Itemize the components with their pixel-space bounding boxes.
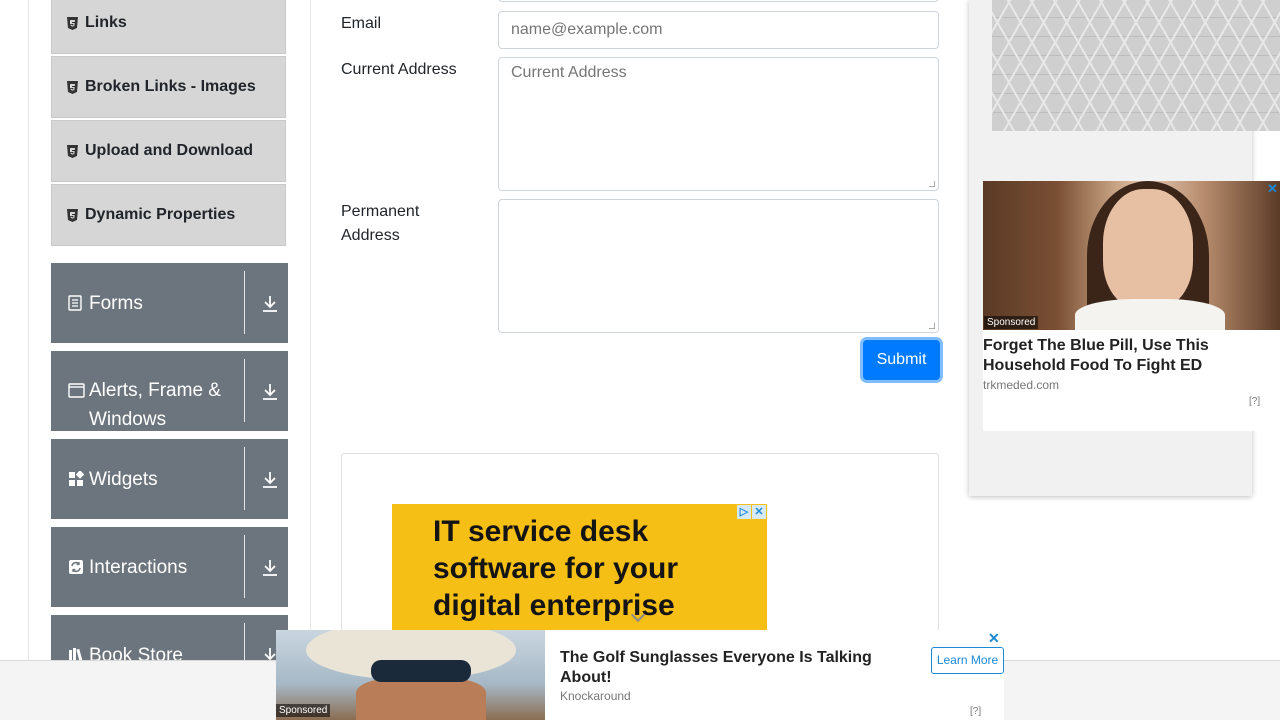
group-label: Widgets bbox=[89, 469, 158, 490]
html5-icon bbox=[66, 16, 79, 30]
sidebar-item-upload-download[interactable]: Upload and Download bbox=[51, 120, 286, 182]
sidebar-group-widgets[interactable]: Widgets bbox=[51, 439, 288, 519]
photo-face bbox=[356, 678, 486, 720]
ad-title[interactable]: Forget The Blue Pill, Use This Household… bbox=[983, 336, 1273, 376]
sidebar-group-alerts[interactable]: Alerts, Frame & Windows bbox=[51, 351, 288, 431]
download-arrow-icon[interactable] bbox=[262, 295, 278, 313]
photo-sunglasses bbox=[371, 660, 471, 682]
submit-button[interactable]: Submit bbox=[863, 340, 940, 380]
form-icon bbox=[68, 295, 84, 311]
learn-more-button[interactable]: Learn More bbox=[931, 647, 1004, 674]
download-arrow-icon[interactable] bbox=[262, 559, 278, 577]
it-service-ad[interactable]: IT service desk software for your digita… bbox=[392, 504, 767, 630]
ad-pattern-image bbox=[992, 0, 1280, 131]
sponsored-badge: Sponsored bbox=[984, 316, 1039, 329]
photo-face bbox=[1103, 189, 1193, 309]
sidebar: Links Broken Links - Images Upload and D… bbox=[28, 0, 311, 720]
ad-photo bbox=[983, 181, 1280, 330]
current-address-field[interactable] bbox=[498, 57, 939, 191]
sidebar-group-interactions[interactable]: Interactions bbox=[51, 527, 288, 607]
resize-handle-icon[interactable] bbox=[929, 181, 935, 187]
full-name-field[interactable] bbox=[498, 0, 939, 2]
ad-text: IT service desk software for your digita… bbox=[433, 515, 679, 622]
resize-handle-icon[interactable] bbox=[929, 323, 935, 329]
bottom-sponsored-ad[interactable]: Sponsored The Golf Sunglasses Everyone I… bbox=[276, 630, 1004, 720]
html5-icon bbox=[66, 80, 79, 94]
group-label: Forms bbox=[89, 293, 143, 314]
group-label: Alerts, Frame & Windows bbox=[89, 380, 221, 430]
sidebar-item-broken-links[interactable]: Broken Links - Images bbox=[51, 56, 286, 118]
sponsored-ad-card[interactable]: Sponsored Forget The Blue Pill, Use This… bbox=[983, 181, 1280, 431]
close-icon[interactable]: ✕ bbox=[1267, 181, 1278, 197]
sidebar-item-label: Dynamic Properties bbox=[85, 206, 236, 223]
permanent-address-field[interactable] bbox=[498, 199, 939, 333]
close-icon[interactable]: ✕ bbox=[752, 505, 766, 519]
adchoices-icon[interactable]: ▷ bbox=[737, 505, 751, 519]
ad-source[interactable]: trkmeded.com bbox=[983, 378, 1059, 392]
divider bbox=[244, 271, 245, 334]
divider bbox=[244, 535, 245, 598]
photo-shirt bbox=[1075, 299, 1225, 330]
current-address-label: Current Address bbox=[341, 61, 457, 78]
email-field[interactable] bbox=[498, 11, 939, 49]
window-icon bbox=[68, 383, 85, 399]
sidebar-item-dynamic-properties[interactable]: Dynamic Properties bbox=[51, 184, 286, 246]
download-arrow-icon[interactable] bbox=[262, 383, 278, 401]
html5-icon bbox=[66, 208, 79, 222]
divider bbox=[244, 359, 245, 422]
ad-title[interactable]: The Golf Sunglasses Everyone Is Talking … bbox=[560, 648, 890, 688]
sidebar-item-label: Upload and Download bbox=[85, 142, 253, 159]
sponsored-badge: Sponsored bbox=[276, 704, 331, 717]
divider bbox=[244, 447, 245, 510]
close-icon[interactable]: ✕ bbox=[988, 630, 1000, 647]
widgets-icon bbox=[68, 470, 85, 487]
download-arrow-icon[interactable] bbox=[262, 471, 278, 489]
adchoices[interactable]: ▷ ✕ bbox=[737, 505, 766, 519]
permanent-address-label: Permanent Address bbox=[341, 203, 420, 244]
group-label: Interactions bbox=[89, 557, 188, 578]
page: Links Broken Links - Images Upload and D… bbox=[0, 0, 1280, 720]
ad-help[interactable]: [?] bbox=[1249, 396, 1260, 407]
sidebar-item-label: Broken Links - Images bbox=[85, 78, 256, 95]
interactions-icon bbox=[68, 559, 84, 575]
sidebar-item-label: Links bbox=[85, 14, 127, 31]
sidebar-group-forms[interactable]: Forms bbox=[51, 263, 288, 343]
html5-icon bbox=[66, 144, 79, 158]
ad-help[interactable]: [?] bbox=[970, 706, 981, 717]
email-label: Email bbox=[341, 15, 382, 32]
sidebar-item-links[interactable]: Links bbox=[51, 0, 286, 54]
ad-source[interactable]: Knockaround bbox=[560, 689, 631, 703]
